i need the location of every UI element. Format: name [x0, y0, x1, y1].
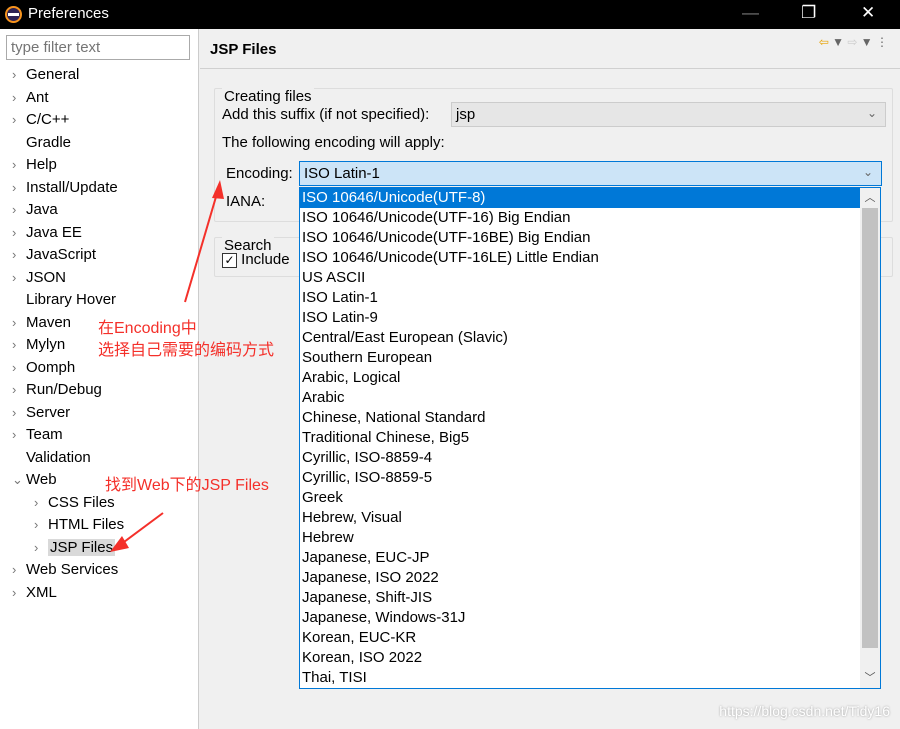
annotation-line: 选择自己需要的编码方式 — [98, 342, 275, 359]
annotation-line: 在Encoding中 — [98, 320, 197, 337]
watermark: https://blog.csdn.net/Tidy16 — [719, 703, 890, 719]
annotation-encoding: 在Encoding中选择自己需要的编码方式 — [98, 318, 274, 362]
annotation-arrows — [110, 180, 224, 552]
arrow-to-encoding — [184, 189, 219, 303]
annotation-web: 找到Web下的JSP Files — [105, 477, 269, 494]
arrowhead-icon — [110, 536, 129, 552]
arrowhead-icon — [212, 180, 224, 199]
arrow-to-jsp-files — [119, 512, 164, 546]
